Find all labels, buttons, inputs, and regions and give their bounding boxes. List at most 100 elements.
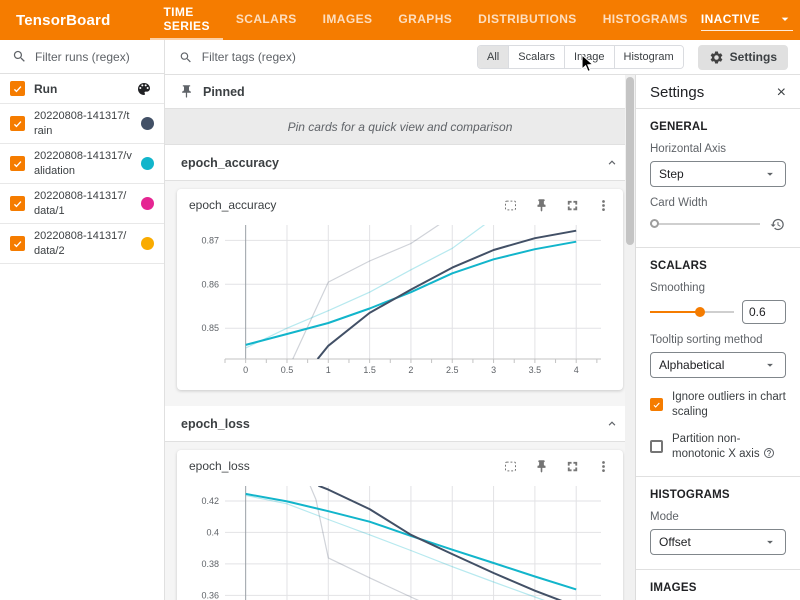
tags-toolbar: AllScalarsImageHistogram Settings xyxy=(165,40,800,75)
tag-filter-image[interactable]: Image xyxy=(564,46,614,68)
run-color-dot xyxy=(141,157,154,170)
runs-filter xyxy=(0,40,164,74)
pin-hint-banner: Pin cards for a quick view and compariso… xyxy=(165,109,635,145)
run-row[interactable]: 20220808-141317/train xyxy=(0,104,164,144)
fit-domain-icon[interactable] xyxy=(502,458,518,474)
restore-icon xyxy=(770,217,785,232)
line-chart-epoch-loss[interactable]: 0.360.380.40.4200.511.522.533.54 xyxy=(189,480,611,600)
svg-text:1: 1 xyxy=(326,365,331,375)
tag-filter-histogram[interactable]: Histogram xyxy=(614,46,683,68)
tab-time-series[interactable]: TIME SERIES xyxy=(150,0,222,40)
run-row[interactable]: 20220808-141317/data/2 xyxy=(0,224,164,264)
partition-x-axis-checkbox[interactable] xyxy=(650,440,663,453)
search-icon xyxy=(12,49,27,64)
ignore-outliers-checkbox[interactable] xyxy=(650,398,663,411)
line-chart-epoch-accuracy[interactable]: 0.850.860.8700.511.522.533.54 xyxy=(189,219,611,384)
runs-sidebar: Run 20220808-141317/train20220808-141317… xyxy=(0,40,165,600)
runs-column-header: Run xyxy=(34,82,125,96)
svg-text:2.5: 2.5 xyxy=(446,365,459,375)
status-select[interactable]: INACTIVE xyxy=(701,9,793,31)
svg-text:4: 4 xyxy=(574,365,579,375)
run-checkbox[interactable] xyxy=(10,196,25,211)
card-width-slider[interactable] xyxy=(650,217,760,231)
runs-filter-input[interactable] xyxy=(35,50,152,64)
card-actions xyxy=(502,458,611,474)
run-color-palette-button[interactable] xyxy=(134,79,154,99)
svg-text:0.87: 0.87 xyxy=(201,235,219,245)
pin-icon xyxy=(179,84,194,99)
svg-text:0: 0 xyxy=(243,365,248,375)
partition-x-axis-checkbox-row[interactable]: Partition non-monotonic X axis xyxy=(650,432,786,462)
cards-scroll-area: Pinned Pin cards for a quick view and co… xyxy=(165,75,635,600)
tag-filter-all[interactable]: All xyxy=(478,46,508,68)
run-checkbox[interactable] xyxy=(10,116,25,131)
search-icon xyxy=(179,50,193,65)
scalar-card-epoch-accuracy: epoch_accuracy 0.850.860.8700.511.522.53… xyxy=(177,189,623,390)
caret-down-icon xyxy=(763,167,777,181)
fullscreen-icon[interactable] xyxy=(564,197,580,213)
tab-histograms[interactable]: HISTOGRAMS xyxy=(590,0,701,40)
run-name: 20220808-141317/validation xyxy=(34,149,132,178)
run-name: 20220808-141317/data/2 xyxy=(34,229,132,258)
tensorboard-app: TensorBoard TIME SERIESSCALARSIMAGESGRAP… xyxy=(0,0,800,600)
run-name: 20220808-141317/data/1 xyxy=(34,189,132,218)
horizontal-axis-dropdown[interactable]: Step xyxy=(650,161,786,187)
svg-text:0.5: 0.5 xyxy=(281,365,294,375)
run-color-dot xyxy=(141,197,154,210)
svg-text:0.85: 0.85 xyxy=(201,323,219,333)
pin-card-icon[interactable] xyxy=(533,458,549,474)
section-header-epoch-loss[interactable]: epoch_loss xyxy=(165,406,635,442)
card-actions xyxy=(502,197,611,213)
section-header-epoch-accuracy[interactable]: epoch_accuracy xyxy=(165,145,635,181)
run-row[interactable]: 20220808-141317/data/1 xyxy=(0,184,164,224)
run-list: 20220808-141317/train 20220808-141317/val… xyxy=(0,104,164,264)
run-row[interactable]: 20220808-141317/validation xyxy=(0,144,164,184)
fit-domain-icon[interactable] xyxy=(502,197,518,213)
histogram-mode-dropdown[interactable]: Offset xyxy=(650,529,786,555)
help-icon[interactable] xyxy=(763,447,775,459)
caret-down-icon xyxy=(763,358,777,372)
tab-scalars[interactable]: SCALARS xyxy=(223,0,310,40)
run-checkbox[interactable] xyxy=(10,156,25,171)
settings-panel: Settings × GENERAL Horizontal Axis Step … xyxy=(635,75,800,600)
caret-down-icon xyxy=(763,535,777,549)
svg-text:0.42: 0.42 xyxy=(201,496,219,506)
smoothing-value-input[interactable] xyxy=(742,300,786,324)
kebab-menu-icon[interactable] xyxy=(595,197,611,213)
svg-text:3: 3 xyxy=(491,365,496,375)
main-nav-tabs: TIME SERIESSCALARSIMAGESGRAPHSDISTRIBUTI… xyxy=(150,0,700,40)
tooltip-sort-dropdown[interactable]: Alphabetical xyxy=(650,352,786,378)
settings-section-histograms: HISTOGRAMS Mode Offset xyxy=(636,477,800,570)
ignore-outliers-checkbox-row[interactable]: Ignore outliers in chart scaling xyxy=(650,390,786,420)
tab-graphs[interactable]: GRAPHS xyxy=(385,0,465,40)
runs-header: Run xyxy=(0,74,164,104)
tab-images[interactable]: IMAGES xyxy=(310,0,386,40)
gear-icon xyxy=(709,50,724,65)
kebab-menu-icon[interactable] xyxy=(595,458,611,474)
settings-toggle-button[interactable]: Settings xyxy=(698,45,788,70)
run-color-dot xyxy=(141,117,154,130)
close-icon[interactable]: × xyxy=(777,85,786,101)
pin-card-icon[interactable] xyxy=(533,197,549,213)
svg-text:2: 2 xyxy=(408,365,413,375)
status-select-value: INACTIVE xyxy=(701,12,760,26)
vertical-scrollbar xyxy=(625,75,635,600)
run-checkbox[interactable] xyxy=(10,236,25,251)
tag-filter-scalars[interactable]: Scalars xyxy=(508,46,564,68)
reset-card-width-button[interactable] xyxy=(768,215,786,233)
pinned-title: Pinned xyxy=(203,85,245,99)
svg-text:1.5: 1.5 xyxy=(363,365,376,375)
card-title: epoch_accuracy xyxy=(189,198,276,212)
fullscreen-icon[interactable] xyxy=(564,458,580,474)
pinned-section-header: Pinned xyxy=(165,75,635,109)
scalar-card-epoch-loss: epoch_loss 0.360.380.40.4200.511.522.533… xyxy=(177,450,623,600)
select-all-runs-checkbox[interactable] xyxy=(10,81,25,96)
app-logo: TensorBoard xyxy=(0,0,126,40)
svg-text:0.36: 0.36 xyxy=(201,590,219,600)
tags-filter-input[interactable] xyxy=(202,50,463,64)
smoothing-slider[interactable] xyxy=(650,305,734,319)
card-title: epoch_loss xyxy=(189,459,250,473)
scrollbar-thumb[interactable] xyxy=(626,77,634,245)
tab-distributions[interactable]: DISTRIBUTIONS xyxy=(465,0,590,40)
palette-icon xyxy=(136,81,152,97)
